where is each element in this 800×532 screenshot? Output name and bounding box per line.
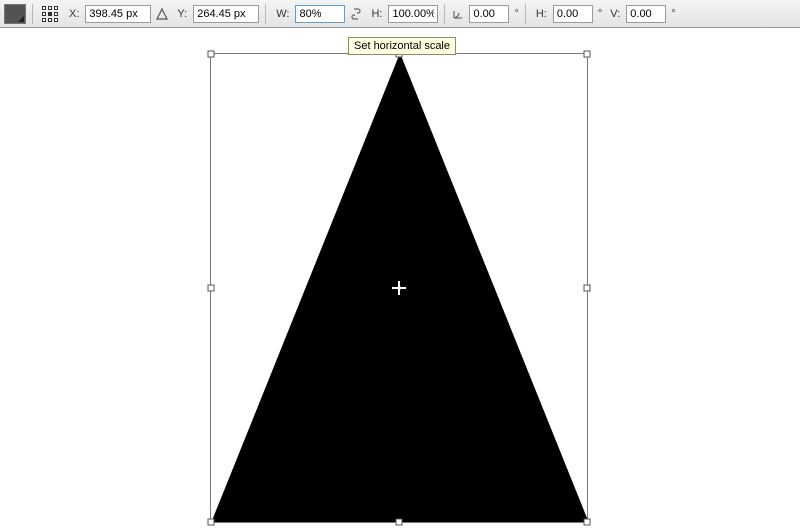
shear-h-input[interactable]: [553, 5, 593, 23]
degree-symbol: °: [597, 8, 602, 20]
shear-h-label: H:: [532, 8, 549, 20]
height-scale-input[interactable]: [388, 5, 438, 23]
canvas[interactable]: Set horizontal scale: [0, 28, 800, 532]
degree-symbol: °: [670, 8, 675, 20]
transform-toolbar: X: Y: W: H: ° H: ° V: °: [0, 0, 800, 28]
handle-ne[interactable]: [584, 51, 591, 58]
degree-symbol: °: [513, 8, 518, 20]
divider: [525, 4, 526, 24]
x-input[interactable]: [85, 5, 151, 23]
y-input[interactable]: [193, 5, 259, 23]
divider: [32, 4, 33, 24]
handle-se[interactable]: [584, 519, 591, 526]
x-label: X:: [65, 8, 81, 20]
w-label: W:: [272, 8, 291, 20]
link-icon[interactable]: [349, 7, 363, 21]
angle-icon: [451, 7, 465, 21]
handle-w[interactable]: [208, 285, 215, 292]
tooltip-text: Set horizontal scale: [354, 40, 450, 52]
handle-e[interactable]: [584, 285, 591, 292]
handle-nw[interactable]: [208, 51, 215, 58]
center-point-icon[interactable]: [392, 281, 406, 295]
shear-v-input[interactable]: [626, 5, 666, 23]
delta-y-icon: [155, 7, 169, 21]
reference-point-grid[interactable]: [39, 3, 61, 25]
divider: [265, 4, 266, 24]
handle-sw[interactable]: [208, 519, 215, 526]
y-label: Y:: [173, 8, 189, 20]
h-label: H:: [367, 8, 384, 20]
rotate-input[interactable]: [469, 5, 509, 23]
bounding-box[interactable]: [210, 53, 588, 523]
width-scale-input[interactable]: [295, 5, 345, 23]
tool-swatch[interactable]: [4, 4, 26, 24]
handle-s[interactable]: [396, 519, 403, 526]
shear-v-label: V:: [606, 8, 622, 20]
divider: [444, 4, 445, 24]
tooltip: Set horizontal scale: [348, 37, 456, 55]
